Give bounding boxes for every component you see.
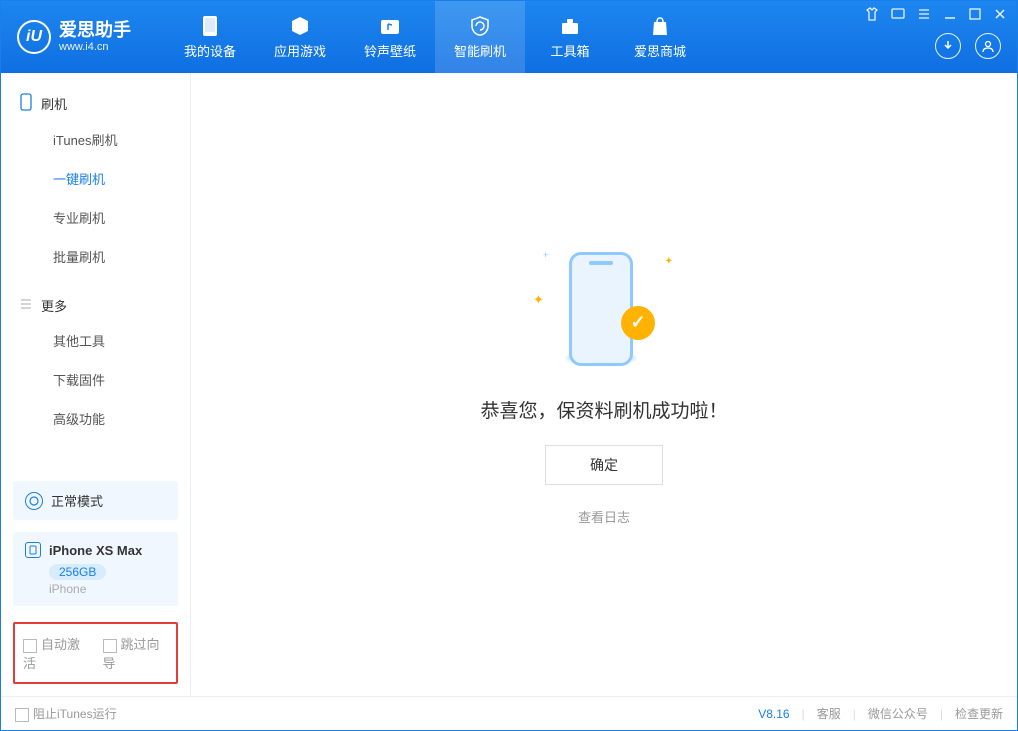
sparkle-icon: ✦ xyxy=(665,256,673,267)
bag-icon xyxy=(649,15,671,37)
flash-options-highlighted: 自动激活 跳过向导 xyxy=(13,622,178,684)
sparkle-icon: ✦ xyxy=(533,292,544,308)
download-icon[interactable] xyxy=(935,33,961,59)
app-url: www.i4.cn xyxy=(59,41,131,54)
status-link-support[interactable]: 客服 xyxy=(817,705,841,722)
device-type: iPhone xyxy=(49,582,166,596)
device-name: iPhone XS Max xyxy=(49,543,142,558)
sidebar-item-pro-flash[interactable]: 专业刷机 xyxy=(1,198,190,237)
logo-icon: iU xyxy=(17,20,51,54)
app-window: iU 爱思助手 www.i4.cn 我的设备 应用游戏 铃声壁纸 智能刷机 xyxy=(0,0,1018,731)
sidebar-item-other-tools[interactable]: 其他工具 xyxy=(1,321,190,360)
body: 刷机 iTunes刷机 一键刷机 专业刷机 批量刷机 更多 其他工具 下载固件 … xyxy=(1,73,1017,696)
sidebar-head-label: 刷机 xyxy=(41,94,67,113)
device-capacity: 256GB xyxy=(49,564,106,580)
app-logo: iU 爱思助手 www.i4.cn xyxy=(1,20,147,55)
success-illustration: ✦ ✦ + ✓ xyxy=(539,244,669,374)
toolbox-icon xyxy=(559,15,581,37)
checkbox-icon xyxy=(15,708,29,722)
phone-icon xyxy=(199,15,221,37)
sidebar-item-batch-flash[interactable]: 批量刷机 xyxy=(1,237,190,276)
window-controls-top xyxy=(865,7,1007,24)
minimize-icon[interactable] xyxy=(943,7,957,24)
device-icon xyxy=(25,542,41,558)
menu-icon[interactable] xyxy=(917,7,931,24)
statusbar: 阻止iTunes运行 V8.16 | 客服 | 微信公众号 | 检查更新 xyxy=(1,696,1017,730)
option-auto-activate[interactable]: 自动激活 xyxy=(23,634,89,672)
main-content: ✦ ✦ + ✓ 恭喜您，保资料刷机成功啦！ 确定 查看日志 xyxy=(191,73,1017,696)
maximize-icon[interactable] xyxy=(969,8,981,23)
nav-ringtones[interactable]: 铃声壁纸 xyxy=(345,1,435,73)
sidebar-item-advanced[interactable]: 高级功能 xyxy=(1,399,190,438)
sidebar-head-flash: 刷机 xyxy=(1,87,190,120)
refresh-shield-icon xyxy=(469,15,491,37)
sync-icon xyxy=(25,492,43,510)
header-actions xyxy=(935,33,1001,59)
main-nav: 我的设备 应用游戏 铃声壁纸 智能刷机 工具箱 爱思商城 xyxy=(165,1,705,73)
nav-store[interactable]: 爱思商城 xyxy=(615,1,705,73)
option-skip-guide[interactable]: 跳过向导 xyxy=(103,634,169,672)
nav-my-device[interactable]: 我的设备 xyxy=(165,1,255,73)
sidebar-item-oneclick-flash[interactable]: 一键刷机 xyxy=(1,159,190,198)
phone-illustration-icon xyxy=(569,252,633,366)
nav-apps[interactable]: 应用游戏 xyxy=(255,1,345,73)
device-card[interactable]: iPhone XS Max 256GB iPhone xyxy=(13,532,178,606)
view-log-link[interactable]: 查看日志 xyxy=(578,507,630,526)
sparkle-icon: + xyxy=(543,250,548,260)
list-icon xyxy=(19,297,33,314)
close-icon[interactable] xyxy=(993,7,1007,24)
nav-label: 爱思商城 xyxy=(634,41,686,60)
sidebar-item-itunes-flash[interactable]: iTunes刷机 xyxy=(1,120,190,159)
sidebar-item-download-firmware[interactable]: 下载固件 xyxy=(1,360,190,399)
titlebar: iU 爱思助手 www.i4.cn 我的设备 应用游戏 铃声壁纸 智能刷机 xyxy=(1,1,1017,73)
clothing-icon[interactable] xyxy=(865,7,879,24)
cube-icon xyxy=(289,15,311,37)
ok-button[interactable]: 确定 xyxy=(545,445,663,485)
feedback-icon[interactable] xyxy=(891,7,905,24)
checkbox-icon xyxy=(23,639,37,653)
nav-label: 铃声壁纸 xyxy=(364,41,416,60)
music-folder-icon xyxy=(379,15,401,37)
user-icon[interactable] xyxy=(975,33,1001,59)
device-small-icon xyxy=(19,93,33,114)
sidebar-head-more: 更多 xyxy=(1,290,190,321)
version-label: V8.16 xyxy=(758,707,789,721)
mode-card[interactable]: 正常模式 xyxy=(13,481,178,520)
nav-label: 我的设备 xyxy=(184,41,236,60)
mode-label: 正常模式 xyxy=(51,491,103,510)
status-link-wechat[interactable]: 微信公众号 xyxy=(868,705,928,722)
option-block-itunes[interactable]: 阻止iTunes运行 xyxy=(15,705,117,722)
nav-flash[interactable]: 智能刷机 xyxy=(435,1,525,73)
nav-label: 智能刷机 xyxy=(454,41,506,60)
app-title: 爱思助手 xyxy=(59,20,131,42)
sidebar: 刷机 iTunes刷机 一键刷机 专业刷机 批量刷机 更多 其他工具 下载固件 … xyxy=(1,73,191,696)
status-link-update[interactable]: 检查更新 xyxy=(955,705,1003,722)
check-badge-icon: ✓ xyxy=(621,306,655,340)
nav-label: 应用游戏 xyxy=(274,41,326,60)
success-message: 恭喜您，保资料刷机成功啦！ xyxy=(480,396,727,423)
checkbox-icon xyxy=(103,639,117,653)
nav-toolbox[interactable]: 工具箱 xyxy=(525,1,615,73)
nav-label: 工具箱 xyxy=(550,41,589,60)
sidebar-head-label: 更多 xyxy=(41,296,67,315)
